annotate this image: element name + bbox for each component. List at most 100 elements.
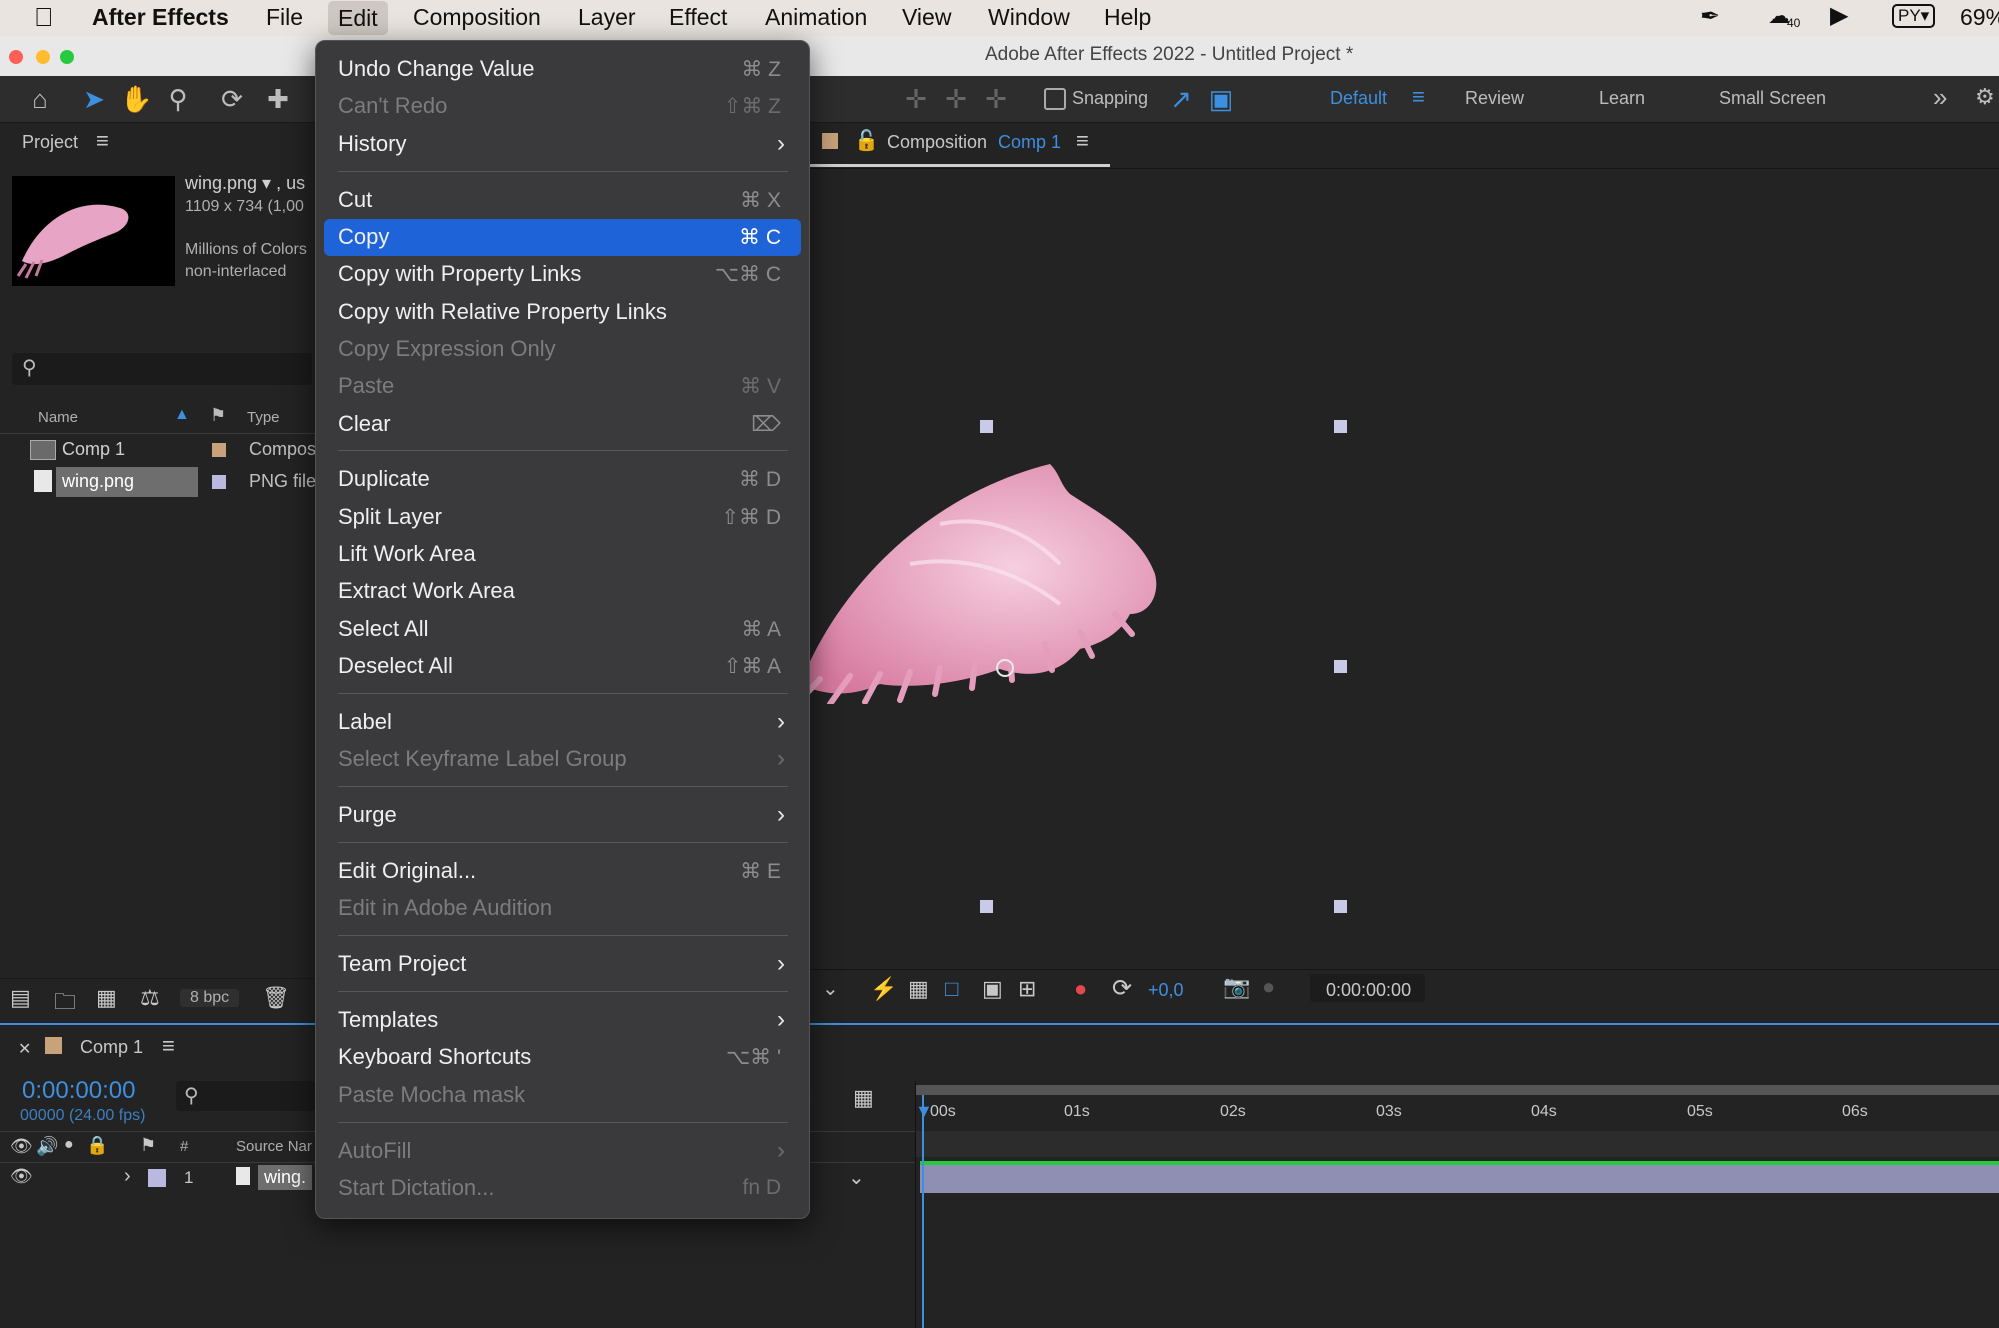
trash-icon[interactable]: 🗑 (262, 985, 290, 1011)
label-tag-icon[interactable]: ⚑ (210, 405, 226, 426)
panel-menu-icon[interactable]: ≡ (96, 128, 109, 154)
label-color-swatch[interactable] (212, 443, 226, 457)
menu-item-extract-work-area[interactable]: Extract Work Area (316, 573, 809, 610)
more-workspaces-icon[interactable]: » (1933, 82, 1947, 113)
layer-source-name[interactable]: wing. (258, 1165, 313, 1190)
graph-editor-icon[interactable]: ▦ (853, 1085, 874, 1111)
menu-item-label[interactable]: Label › (316, 704, 809, 741)
menu-item-copy-with-property-links[interactable]: Copy with Property Links ⌥⌘ C (316, 256, 809, 293)
comp-tab-name[interactable]: Comp 1 (998, 132, 1061, 153)
interpret-footage-icon[interactable]: ▤ (10, 985, 31, 1011)
transform-handle[interactable] (980, 900, 993, 913)
zoom-tool-icon[interactable]: ⚲ (162, 83, 194, 115)
lock-icon[interactable]: 🔒 (86, 1135, 108, 1156)
close-tab-icon[interactable]: ✕ (18, 1039, 31, 1059)
audio-icon[interactable]: 🔊 (36, 1136, 58, 1157)
menu-item-split-layer[interactable]: Split Layer ⇧⌘ D (316, 499, 809, 536)
minimize-window-button[interactable] (36, 50, 50, 64)
work-area-bar[interactable] (916, 1085, 1999, 1095)
transform-handle[interactable] (1334, 900, 1347, 913)
lock-icon[interactable]: 🔓 (854, 128, 879, 153)
close-window-button[interactable] (9, 50, 23, 64)
panel-menu-icon[interactable]: ≡ (162, 1033, 175, 1059)
label-color-swatch[interactable] (212, 475, 226, 489)
expand-layer-icon[interactable]: › (124, 1165, 131, 1188)
new-folder-icon[interactable]: 🗀 (54, 985, 76, 1023)
transparency-grid-icon[interactable]: ▦ (908, 976, 929, 1002)
transform-handle[interactable] (1334, 420, 1347, 433)
transform-handle[interactable] (980, 420, 993, 433)
workspace-learn[interactable]: Learn (1599, 88, 1645, 109)
anchor-point-icon[interactable] (996, 659, 1014, 677)
play-circle-icon[interactable]: ▶ (1830, 1, 1848, 30)
project-item-comp[interactable]: Comp 1 Compos (0, 435, 320, 465)
axis-view-icon[interactable]: ✛ (980, 83, 1012, 115)
menu-item-copy-with-relative-property-links[interactable]: Copy with Relative Property Links (316, 294, 809, 331)
menu-item-team-project[interactable]: Team Project › (316, 946, 809, 983)
menu-item-cut[interactable]: Cut ⌘ X (316, 182, 809, 219)
viewer-timecode[interactable]: 0:00:00:00 (1326, 980, 1411, 1001)
menu-item-undo-change-value[interactable]: Undo Change Value ⌘ Z (316, 51, 809, 88)
snapshot-camera-icon[interactable]: 📷 (1223, 974, 1250, 1000)
workspace-review[interactable]: Review (1465, 88, 1524, 109)
grid-guides-icon[interactable]: ⊞ (1018, 976, 1036, 1002)
feather-icon[interactable]: ✒ (1700, 2, 1720, 31)
menu-item-history[interactable]: History › (316, 126, 809, 163)
new-composition-icon[interactable]: ▦ (96, 985, 117, 1011)
menu-help[interactable]: Help (1104, 4, 1151, 31)
apple-icon[interactable]:  (34, 2, 54, 33)
menu-item-deselect-all[interactable]: Deselect All ⇧⌘ A (316, 648, 809, 685)
menu-app-name[interactable]: After Effects (92, 4, 229, 31)
timeline-timecode[interactable]: 0:00:00:00 (22, 1077, 135, 1105)
panel-menu-icon[interactable]: ≡ (1076, 128, 1089, 154)
layer-label-swatch[interactable] (148, 1169, 166, 1187)
transform-handle[interactable] (1334, 660, 1347, 673)
menu-file[interactable]: File (266, 4, 303, 31)
settings-icon[interactable]: ⚙ (1975, 84, 1995, 110)
eye-icon[interactable]: 👁 (10, 1136, 33, 1157)
timeline-graph-area[interactable]: 00s 01s 02s 03s 04s 05s 06s ▼ (915, 1081, 1999, 1328)
home-icon[interactable]: ⌂ (24, 83, 56, 115)
axis-world-icon[interactable]: ✛ (940, 83, 972, 115)
fast-previews-icon[interactable]: ⚡ (870, 976, 897, 1002)
solo-icon[interactable]: ● (64, 1136, 74, 1154)
timeline-tab-name[interactable]: Comp 1 (80, 1037, 143, 1058)
menu-item-keyboard-shortcuts[interactable]: Keyboard Shortcuts ⌥⌘ ' (316, 1039, 809, 1076)
layer-duration-bar[interactable] (920, 1165, 1999, 1193)
menu-window[interactable]: Window (988, 4, 1070, 31)
label-tag-icon[interactable]: ⚑ (140, 1135, 156, 1156)
menu-edit[interactable]: Edit (328, 1, 388, 35)
menu-animation[interactable]: Animation (765, 4, 867, 31)
rotation-tool-icon[interactable]: ⟳ (216, 83, 248, 115)
hand-tool-icon[interactable]: ✋ (120, 83, 152, 115)
menu-item-purge[interactable]: Purge › (316, 797, 809, 834)
menu-composition[interactable]: Composition (413, 4, 541, 31)
menu-item-copy[interactable]: Copy ⌘ C (324, 219, 801, 256)
menu-item-select-all[interactable]: Select All ⌘ A (316, 611, 809, 648)
column-type[interactable]: Type (247, 409, 280, 426)
workspace-default[interactable]: Default (1330, 88, 1387, 109)
menu-item-templates[interactable]: Templates › (316, 1002, 809, 1039)
bit-depth-button[interactable]: 8 bpc (180, 989, 240, 1007)
snapping-checkbox[interactable] (1044, 88, 1066, 110)
resolution-dropdown-icon[interactable]: ⌄ (822, 976, 839, 1001)
snap-edges-icon[interactable]: ↗ (1165, 83, 1197, 115)
show-snapshot-icon[interactable]: ● (1262, 974, 1275, 1000)
menu-layer[interactable]: Layer (578, 4, 636, 31)
color-channels-icon[interactable]: ● (1074, 976, 1087, 1002)
project-item-footage[interactable]: wing.png PNG file (0, 467, 320, 497)
menu-item-duplicate[interactable]: Duplicate ⌘ D (316, 461, 809, 498)
menu-item-edit-original[interactable]: Edit Original... ⌘ E (316, 853, 809, 890)
project-search-input[interactable]: ⚲ (12, 353, 312, 385)
current-time-indicator[interactable] (922, 1095, 924, 1328)
selection-tool-icon[interactable]: ➤ (78, 83, 110, 115)
column-name[interactable]: Name (38, 409, 78, 426)
menu-view[interactable]: View (902, 4, 951, 31)
workspace-small-screen[interactable]: Small Screen (1719, 88, 1826, 109)
timeline-search-input[interactable]: ⚲ (176, 1081, 316, 1111)
sort-ascending-icon[interactable]: ▲ (174, 406, 190, 424)
menu-item-clear[interactable]: Clear ⌦ (316, 406, 809, 443)
menu-effect[interactable]: Effect (669, 4, 727, 31)
input-language[interactable]: PY▾ (1892, 4, 1936, 28)
workspace-menu-icon[interactable]: ≡ (1412, 84, 1425, 110)
